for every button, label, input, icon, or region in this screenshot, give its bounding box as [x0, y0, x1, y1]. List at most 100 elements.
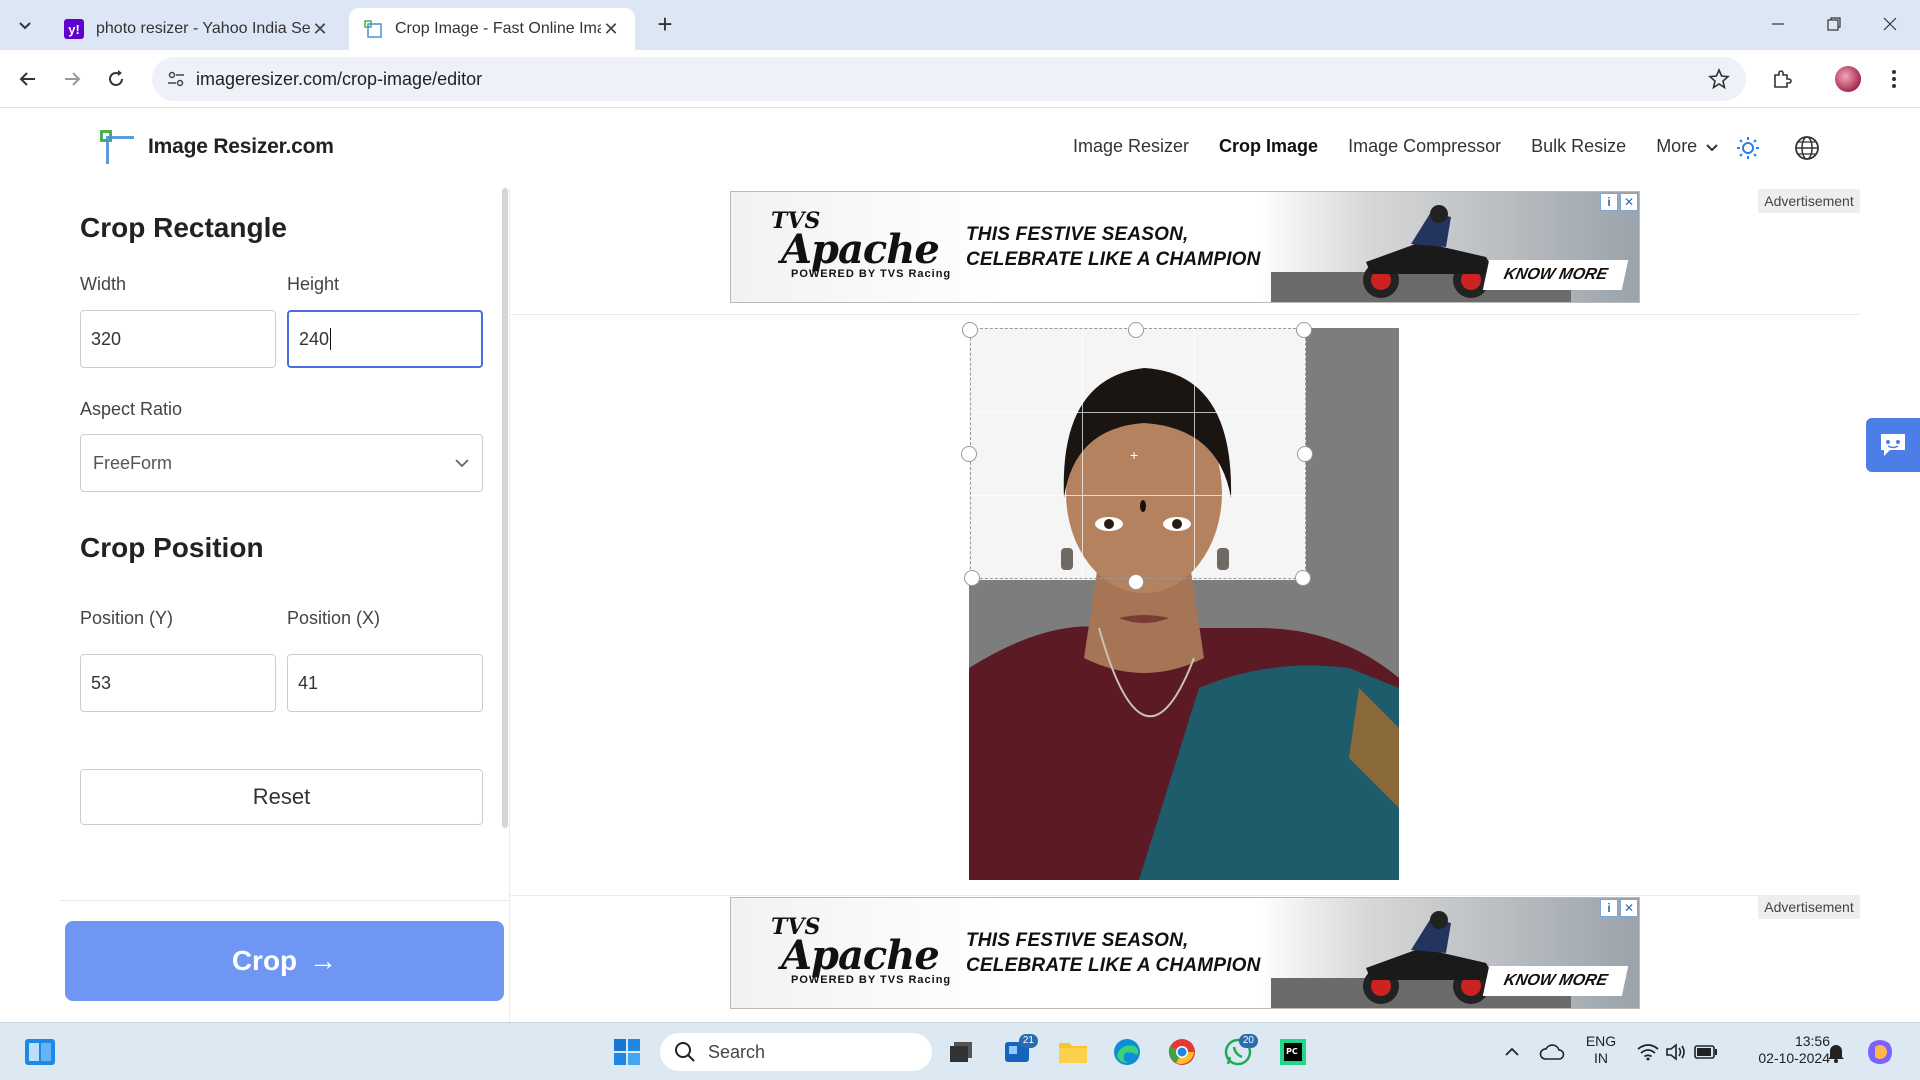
site-logo[interactable]: Image Resizer.com [100, 130, 334, 164]
chrome-browser-icon[interactable] [1162, 1032, 1202, 1072]
crop-handle-top-left[interactable] [962, 322, 978, 338]
crop-grid-line [1194, 329, 1195, 578]
advertisement-label: Advertisement [1758, 189, 1860, 213]
adchoices[interactable]: i ✕ [1600, 899, 1638, 917]
notification-bell-icon[interactable] [1816, 1032, 1856, 1072]
whatsapp-icon[interactable]: 20 [1218, 1032, 1258, 1072]
show-hidden-icons-chevron-icon[interactable] [1492, 1032, 1532, 1072]
whatsapp-badge: 20 [1238, 1034, 1258, 1048]
adchoices[interactable]: i ✕ [1600, 193, 1638, 211]
adchoices-info-icon[interactable]: i [1600, 899, 1618, 917]
crop-handle-bottom-left[interactable] [964, 570, 980, 586]
ad-brand: TVS Apache POWERED BY TVS Racing [771, 210, 951, 280]
browser-menu-dots-icon[interactable] [1880, 65, 1908, 93]
bookmark-star-icon[interactable] [1708, 68, 1730, 90]
nav-bulk-resize[interactable]: Bulk Resize [1531, 136, 1626, 157]
language-indicator[interactable]: ENG IN [1584, 1033, 1618, 1067]
nav-more[interactable]: More [1656, 136, 1719, 157]
windows-start-icon[interactable] [607, 1032, 647, 1072]
language-globe-icon[interactable] [1794, 135, 1820, 166]
extensions-puzzle-icon[interactable] [1768, 65, 1796, 93]
crop-handle-left[interactable] [961, 446, 977, 462]
chat-bubble-icon [1881, 434, 1905, 456]
close-tab-icon[interactable]: ✕ [310, 19, 330, 40]
restore-icon[interactable] [1814, 8, 1854, 40]
file-explorer-icon[interactable] [1053, 1032, 1093, 1072]
minimize-icon[interactable] [1758, 8, 1798, 40]
pycharm-icon[interactable]: PC [1273, 1032, 1313, 1072]
task-view-icon[interactable] [941, 1032, 981, 1072]
crop-position-title: Crop Position [80, 532, 264, 563]
windows-taskbar: Search 21 20 PC ENG IN 13:56 02-10-2024 [0, 1022, 1920, 1080]
ad-brand-line3: POWERED BY TVS Racing [791, 268, 952, 280]
ad-headline: THIS FESTIVE SEASON, CELEBRATE LIKE A CH… [966, 928, 1261, 978]
address-bar[interactable]: imageresizer.com/crop-image/editor [152, 57, 1746, 101]
crop-center-crosshair-icon: + [1130, 447, 1139, 463]
know-more-cta[interactable]: KNOW MORE [1482, 966, 1629, 996]
forward-arrow-icon[interactable] [56, 63, 88, 95]
crop-handle-top[interactable] [1128, 322, 1144, 338]
nav-more-label: More [1656, 136, 1698, 156]
crop-button-label: Crop [231, 945, 298, 976]
crop-handle-right[interactable] [1297, 446, 1313, 462]
theme-sun-icon[interactable] [1736, 136, 1760, 165]
position-y-input[interactable]: 53 [80, 654, 276, 712]
aspect-ratio-select[interactable]: FreeForm [80, 434, 483, 492]
width-input[interactable]: 320 [80, 310, 276, 368]
back-arrow-icon[interactable] [12, 63, 44, 95]
tab-title: photo resizer - Yahoo India Sea [96, 20, 310, 37]
reset-button[interactable]: Reset [80, 769, 483, 825]
taskbar-search[interactable]: Search [660, 1033, 932, 1071]
crop-handle-top-right[interactable] [1296, 322, 1312, 338]
nav-crop-image[interactable]: Crop Image [1219, 136, 1318, 157]
close-tab-icon[interactable]: ✕ [601, 19, 621, 40]
crop-selection-box[interactable]: + [970, 328, 1306, 579]
site-info-icon[interactable] [166, 69, 186, 89]
language-line2: IN [1594, 1050, 1608, 1066]
onedrive-cloud-icon[interactable] [1532, 1032, 1572, 1072]
crop-button[interactable]: Crop → [65, 921, 504, 1001]
crop-handle-bottom-right[interactable] [1295, 570, 1311, 586]
text-caret [330, 328, 332, 350]
widgets-badge: 21 [1018, 1034, 1038, 1048]
edge-browser-icon[interactable] [1107, 1032, 1147, 1072]
adchoices-info-icon[interactable]: i [1600, 193, 1618, 211]
ad-headline-line1: THIS FESTIVE SEASON, [966, 930, 1189, 951]
height-label: Height [287, 274, 340, 294]
ad-headline: THIS FESTIVE SEASON, CELEBRATE LIKE A CH… [966, 222, 1261, 272]
crop-rectangle-title: Crop Rectangle [80, 212, 287, 243]
widgets-news-icon[interactable]: 21 [998, 1032, 1038, 1072]
widgets-icon[interactable] [20, 1032, 60, 1072]
ad-brand-line2: Apache [781, 226, 940, 273]
arrow-right-icon: → [309, 945, 338, 976]
feedback-chat-button[interactable] [1866, 418, 1920, 472]
panel-scrollbar[interactable] [502, 188, 508, 828]
reload-icon[interactable] [100, 63, 132, 95]
svg-text:PC: PC [1286, 1047, 1298, 1056]
ad-banner-bottom[interactable]: TVS Apache POWERED BY TVS Racing THIS FE… [730, 897, 1640, 1009]
width-value: 320 [91, 328, 122, 349]
tab-search-chevron-icon[interactable] [10, 10, 40, 40]
close-window-icon[interactable] [1870, 8, 1910, 40]
position-y-value: 53 [91, 672, 112, 693]
ad-close-icon[interactable]: ✕ [1620, 899, 1638, 917]
search-placeholder: Search [708, 1041, 766, 1062]
height-value: 240 [299, 328, 330, 349]
new-tab-plus-icon[interactable]: + [650, 10, 680, 40]
ad-close-icon[interactable]: ✕ [1620, 193, 1638, 211]
crop-handle-bottom[interactable] [1128, 574, 1144, 590]
tab-title: Crop Image - Fast Online Image [395, 20, 601, 37]
battery-icon[interactable] [1686, 1032, 1726, 1072]
ad-banner-top[interactable]: TVS Apache POWERED BY TVS Racing THIS FE… [730, 191, 1640, 303]
url-text: imageresizer.com/crop-image/editor [196, 69, 483, 89]
position-x-input[interactable]: 41 [287, 654, 483, 712]
height-input[interactable]: 240 [287, 310, 483, 368]
tab-crop-image[interactable]: Crop Image - Fast Online Image ✕ [349, 8, 635, 50]
advertisement-label: Advertisement [1758, 895, 1860, 919]
nav-image-compressor[interactable]: Image Compressor [1348, 136, 1501, 157]
tab-yahoo-search[interactable]: y! photo resizer - Yahoo India Sea ✕ [50, 8, 344, 50]
nav-image-resizer[interactable]: Image Resizer [1073, 136, 1189, 157]
copilot-icon[interactable] [1860, 1032, 1900, 1072]
know-more-cta[interactable]: KNOW MORE [1482, 260, 1629, 290]
profile-avatar[interactable] [1834, 65, 1862, 93]
